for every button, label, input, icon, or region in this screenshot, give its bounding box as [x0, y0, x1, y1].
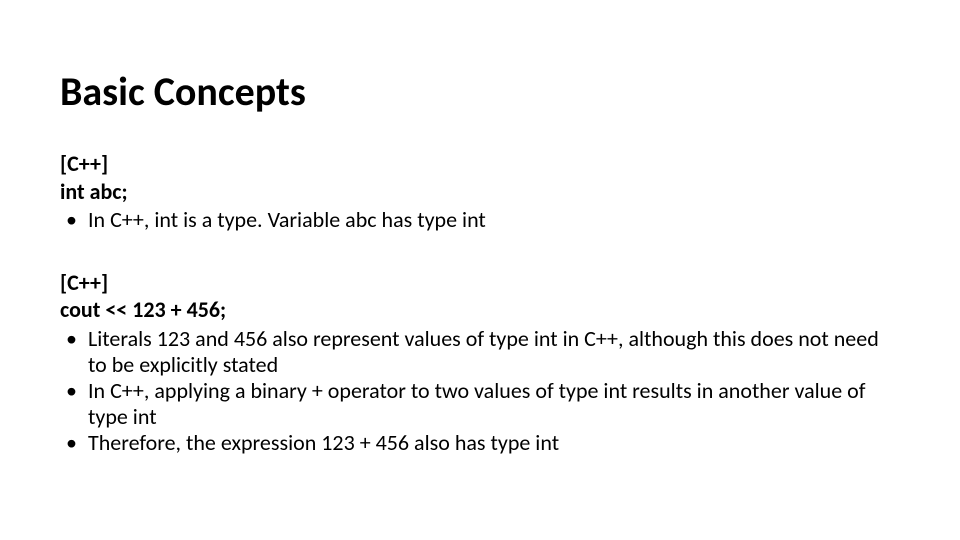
list-item: Therefore, the expression 123 + 456 also… — [84, 430, 900, 456]
slide: Basic Concepts [C++] int abc; In C++, in… — [0, 0, 960, 540]
section-1-tag: [C++] — [60, 150, 900, 178]
section-2-code: cout << 123 + 456; — [60, 296, 900, 324]
list-item: Literals 123 and 456 also represent valu… — [84, 326, 900, 378]
section-1: [C++] int abc; In C++, int is a type. Va… — [60, 150, 900, 233]
section-1-code: int abc; — [60, 178, 900, 206]
list-item: In C++, applying a binary + operator to … — [84, 378, 900, 430]
section-2-bullets: Literals 123 and 456 also represent valu… — [60, 326, 900, 456]
list-item: In C++, int is a type. Variable abc has … — [84, 207, 900, 233]
section-1-bullets: In C++, int is a type. Variable abc has … — [60, 207, 900, 233]
section-2-tag: [C++] — [60, 269, 900, 297]
page-title: Basic Concepts — [60, 70, 900, 114]
section-2: [C++] cout << 123 + 456; Literals 123 an… — [60, 269, 900, 456]
